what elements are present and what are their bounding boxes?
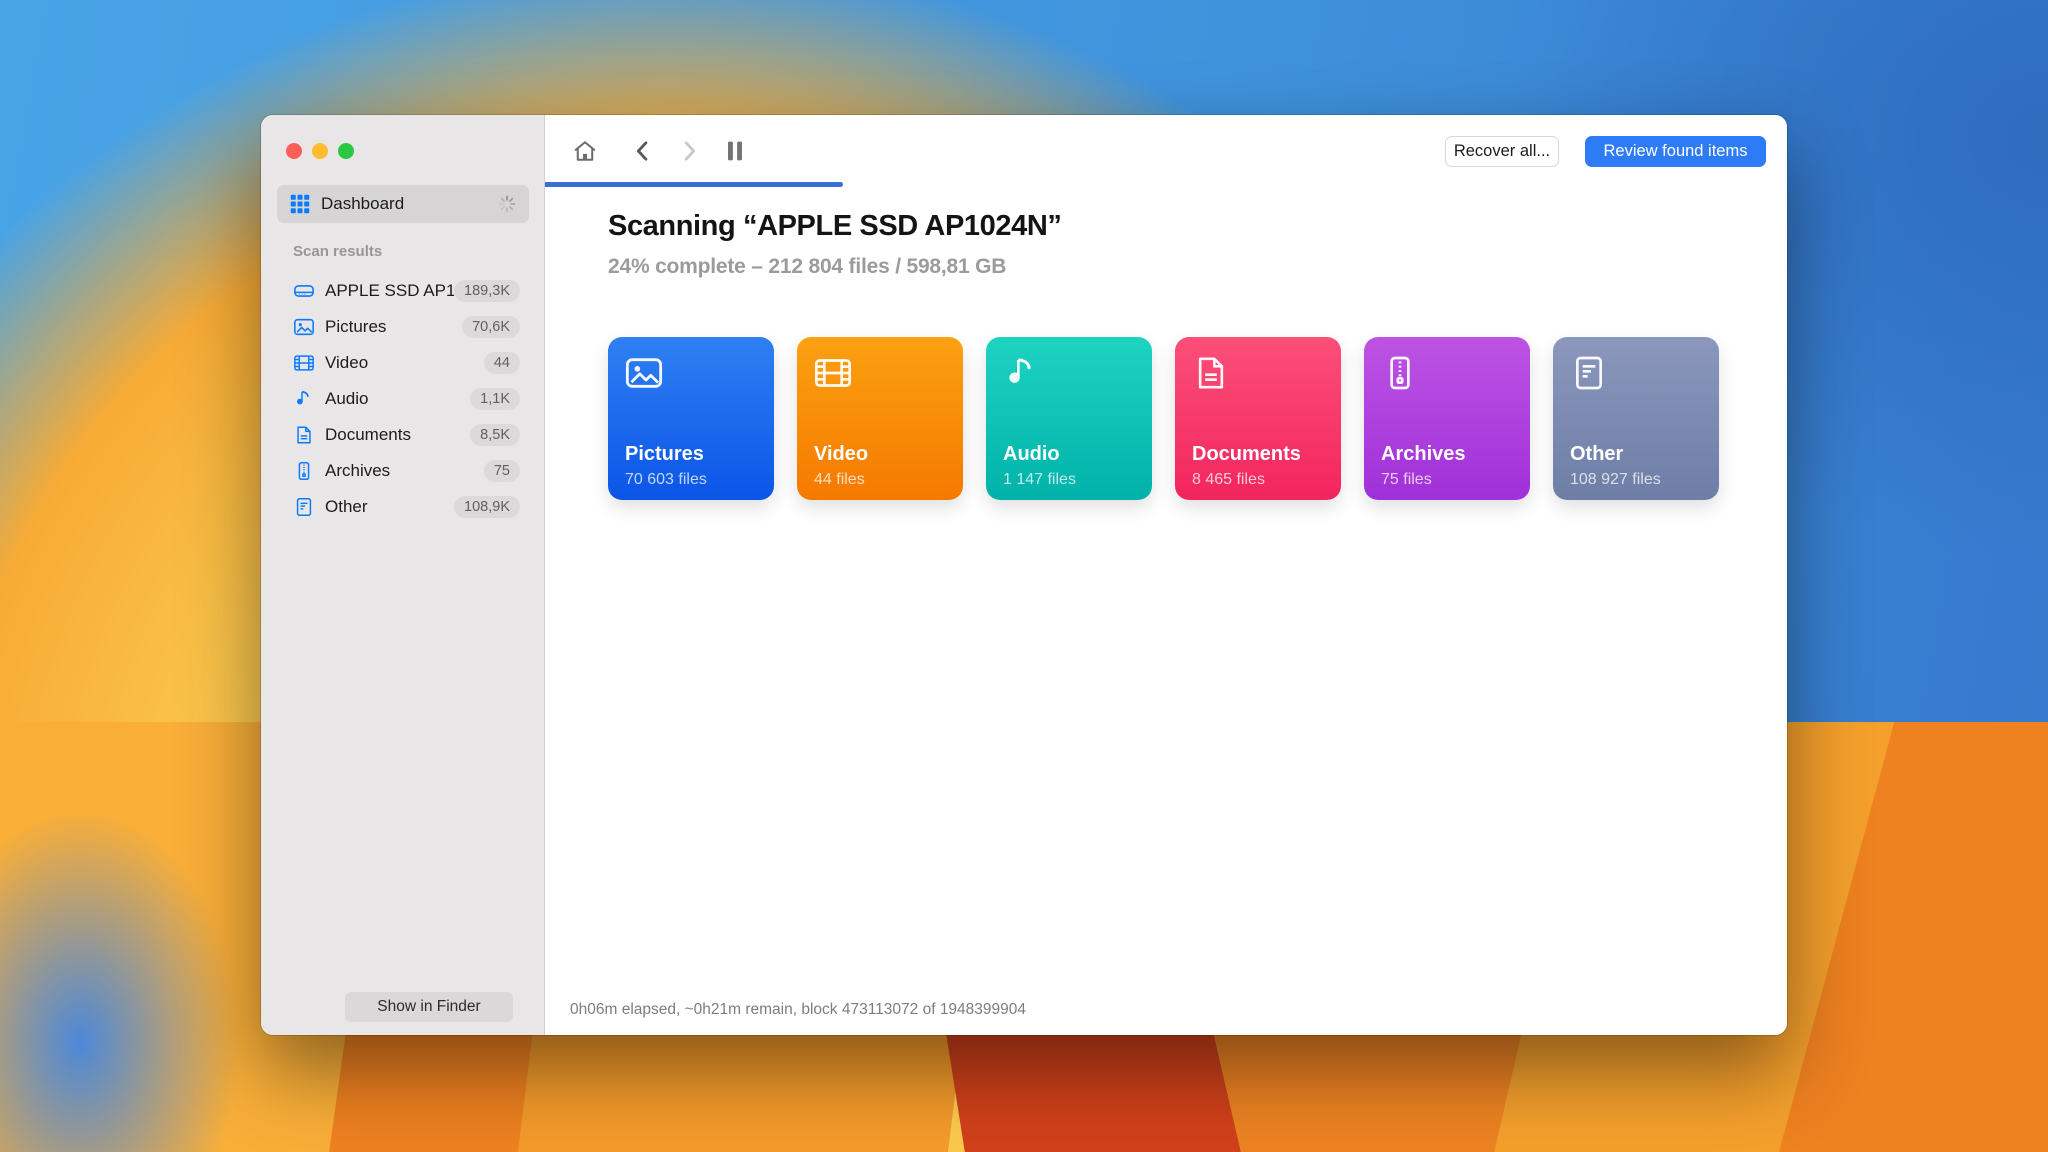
- card-label: Pictures: [625, 443, 704, 466]
- close-button[interactable]: [286, 143, 302, 159]
- count-badge: 44: [484, 352, 520, 374]
- audio-icon: [1002, 353, 1042, 393]
- card-file-count: 1 147 files: [1003, 471, 1076, 489]
- card-label: Archives: [1381, 443, 1466, 466]
- archives-icon: [1380, 353, 1420, 393]
- count-badge: 70,6K: [462, 316, 520, 338]
- card-file-count: 108 927 files: [1570, 471, 1661, 489]
- card-label: Video: [814, 443, 868, 466]
- sidebar-item-label: Video: [325, 353, 484, 373]
- recover-all-button[interactable]: Recover all...: [1445, 136, 1559, 167]
- back-button[interactable]: [629, 137, 657, 165]
- pause-button[interactable]: [721, 137, 749, 165]
- sidebar-item-label: Pictures: [325, 317, 462, 337]
- count-badge: 108,9K: [454, 496, 520, 518]
- page-title: Scanning “APPLE SSD AP1024N”: [608, 210, 1061, 243]
- scan-status-text: 0h06m elapsed, ~0h21m remain, block 4731…: [570, 1001, 1026, 1019]
- scan-results-list: APPLE SSD AP1... 189,3K Pictures 70,6K V…: [277, 273, 528, 525]
- content-area: Recover all... Review found items Scanni…: [545, 115, 1787, 1035]
- home-icon[interactable]: [571, 137, 599, 165]
- card-label: Documents: [1192, 443, 1301, 466]
- card-pictures[interactable]: Pictures 70 603 files: [608, 337, 774, 500]
- sidebar-item-dashboard[interactable]: Dashboard: [277, 185, 529, 223]
- video-icon: [293, 352, 315, 374]
- activity-spinner-icon: [497, 194, 517, 214]
- card-label: Audio: [1003, 443, 1060, 466]
- scan-progress-fill: [545, 182, 843, 187]
- audio-icon: [293, 388, 315, 410]
- count-badge: 75: [484, 460, 520, 482]
- category-cards: Pictures 70 603 files Video 44 files Aud…: [608, 337, 1719, 500]
- sidebar-item-archives[interactable]: Archives 75: [277, 453, 528, 489]
- card-label: Other: [1570, 443, 1623, 466]
- count-badge: 189,3K: [454, 280, 520, 302]
- sidebar-item-label: APPLE SSD AP1...: [325, 281, 454, 301]
- forward-button[interactable]: [675, 137, 703, 165]
- app-window: Dashboard Scan results APPLE SSD AP1... …: [261, 115, 1787, 1035]
- zoom-button[interactable]: [338, 143, 354, 159]
- scan-results-header: Scan results: [293, 243, 382, 260]
- count-badge: 8,5K: [470, 424, 520, 446]
- card-file-count: 44 files: [814, 471, 865, 489]
- archives-icon: [293, 460, 315, 482]
- documents-icon: [293, 424, 315, 446]
- card-file-count: 8 465 files: [1192, 471, 1265, 489]
- card-video[interactable]: Video 44 files: [797, 337, 963, 500]
- grid-icon: [289, 192, 311, 216]
- sidebar-item-pictures[interactable]: Pictures 70,6K: [277, 309, 528, 345]
- card-file-count: 75 files: [1381, 471, 1432, 489]
- sidebar-item-audio[interactable]: Audio 1,1K: [277, 381, 528, 417]
- minimize-button[interactable]: [312, 143, 328, 159]
- other-icon: [293, 496, 315, 518]
- scan-progress-bar: [545, 182, 1787, 187]
- sidebar-item-label: Other: [325, 497, 454, 517]
- sidebar-item-label: Archives: [325, 461, 484, 481]
- card-documents[interactable]: Documents 8 465 files: [1175, 337, 1341, 500]
- show-in-finder-button[interactable]: Show in Finder: [345, 992, 513, 1022]
- card-audio[interactable]: Audio 1 147 files: [986, 337, 1152, 500]
- scan-progress-text: 24% complete – 212 804 files / 598,81 GB: [608, 255, 1006, 279]
- sidebar: Dashboard Scan results APPLE SSD AP1... …: [261, 115, 545, 1035]
- sidebar-item-other[interactable]: Other 108,9K: [277, 489, 528, 525]
- sidebar-item-video[interactable]: Video 44: [277, 345, 528, 381]
- card-archives[interactable]: Archives 75 files: [1364, 337, 1530, 500]
- card-file-count: 70 603 files: [625, 471, 707, 489]
- sidebar-item-documents[interactable]: Documents 8,5K: [277, 417, 528, 453]
- video-icon: [813, 353, 853, 393]
- sidebar-item-label: Dashboard: [321, 194, 497, 214]
- drive-icon: [293, 280, 315, 302]
- other-icon: [1569, 353, 1609, 393]
- sidebar-item-label: Documents: [325, 425, 470, 445]
- count-badge: 1,1K: [470, 388, 520, 410]
- sidebar-item-drive[interactable]: APPLE SSD AP1... 189,3K: [277, 273, 528, 309]
- review-found-items-button[interactable]: Review found items: [1585, 136, 1766, 167]
- pictures-icon: [293, 316, 315, 338]
- card-other[interactable]: Other 108 927 files: [1553, 337, 1719, 500]
- window-controls: [286, 143, 354, 159]
- pictures-icon: [624, 353, 664, 393]
- sidebar-item-label: Audio: [325, 389, 470, 409]
- documents-icon: [1191, 353, 1231, 393]
